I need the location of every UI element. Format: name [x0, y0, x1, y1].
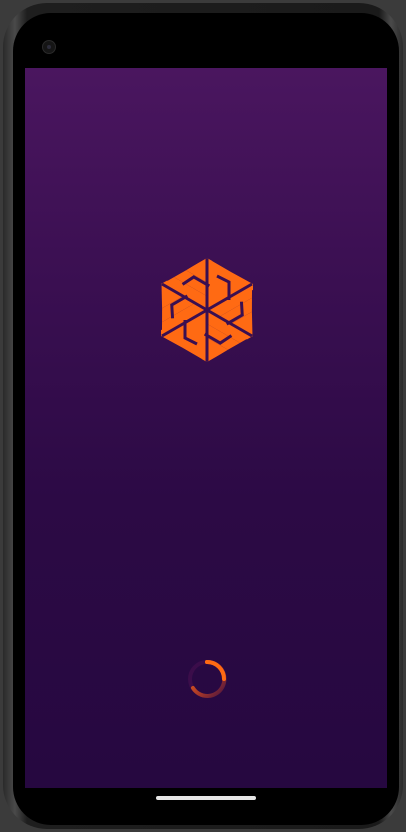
hexagon-swirl-logo-icon: [161, 258, 253, 362]
phone-device-frame: [0, 0, 406, 832]
home-indicator-bar[interactable]: [156, 796, 256, 800]
front-camera: [42, 40, 56, 54]
splash-screen: [25, 68, 387, 788]
loading-spinner-icon: [188, 659, 227, 698]
